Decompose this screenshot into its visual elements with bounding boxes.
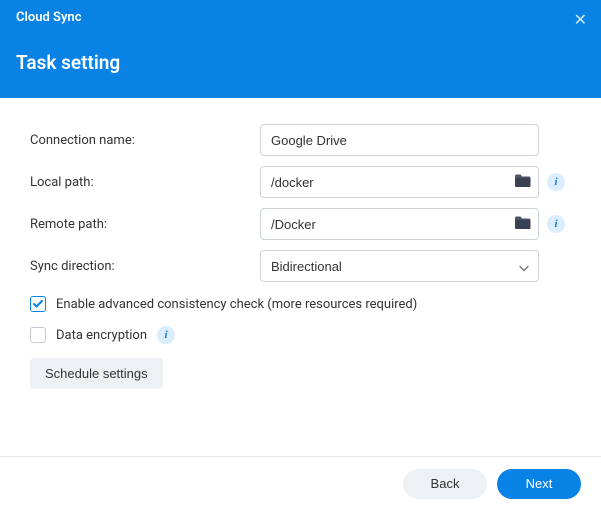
remote-path-input[interactable] [260,208,539,240]
app-title: Cloud Sync [16,10,585,25]
info-icon[interactable]: i [547,173,565,191]
row-connection-name: Connection name: [30,124,571,156]
data-encryption-label: Data encryption [56,328,147,343]
schedule-settings-button[interactable]: Schedule settings [30,358,163,389]
consistency-check-label: Enable advanced consistency check (more … [56,297,417,312]
sync-direction-value[interactable] [260,250,539,282]
next-button[interactable]: Next [497,469,581,499]
row-consistency-check: Enable advanced consistency check (more … [30,296,571,312]
local-path-label: Local path: [30,175,260,190]
form: Connection name: Local path: i Remote pa… [0,98,601,389]
local-path-input[interactable] [260,166,539,198]
connection-name-label: Connection name: [30,133,260,148]
folder-icon[interactable] [515,215,531,234]
dialog-header: Cloud Sync ✕ Task setting [0,0,601,98]
sync-direction-select[interactable] [260,250,539,282]
connection-name-input[interactable] [260,124,539,156]
dialog-footer: Back Next [0,456,601,510]
back-button[interactable]: Back [403,469,487,499]
sync-direction-label: Sync direction: [30,259,260,274]
page-title: Task setting [16,51,585,74]
data-encryption-checkbox[interactable] [30,327,46,343]
chevron-down-icon [519,257,529,276]
row-sync-direction: Sync direction: [30,250,571,282]
close-icon[interactable]: ✕ [574,10,587,29]
info-icon[interactable]: i [547,215,565,233]
row-remote-path: Remote path: i [30,208,571,240]
info-icon[interactable]: i [157,326,175,344]
remote-path-label: Remote path: [30,217,260,232]
folder-icon[interactable] [515,173,531,192]
row-data-encryption: Data encryption i [30,326,571,344]
row-local-path: Local path: i [30,166,571,198]
consistency-checkbox[interactable] [30,296,46,312]
